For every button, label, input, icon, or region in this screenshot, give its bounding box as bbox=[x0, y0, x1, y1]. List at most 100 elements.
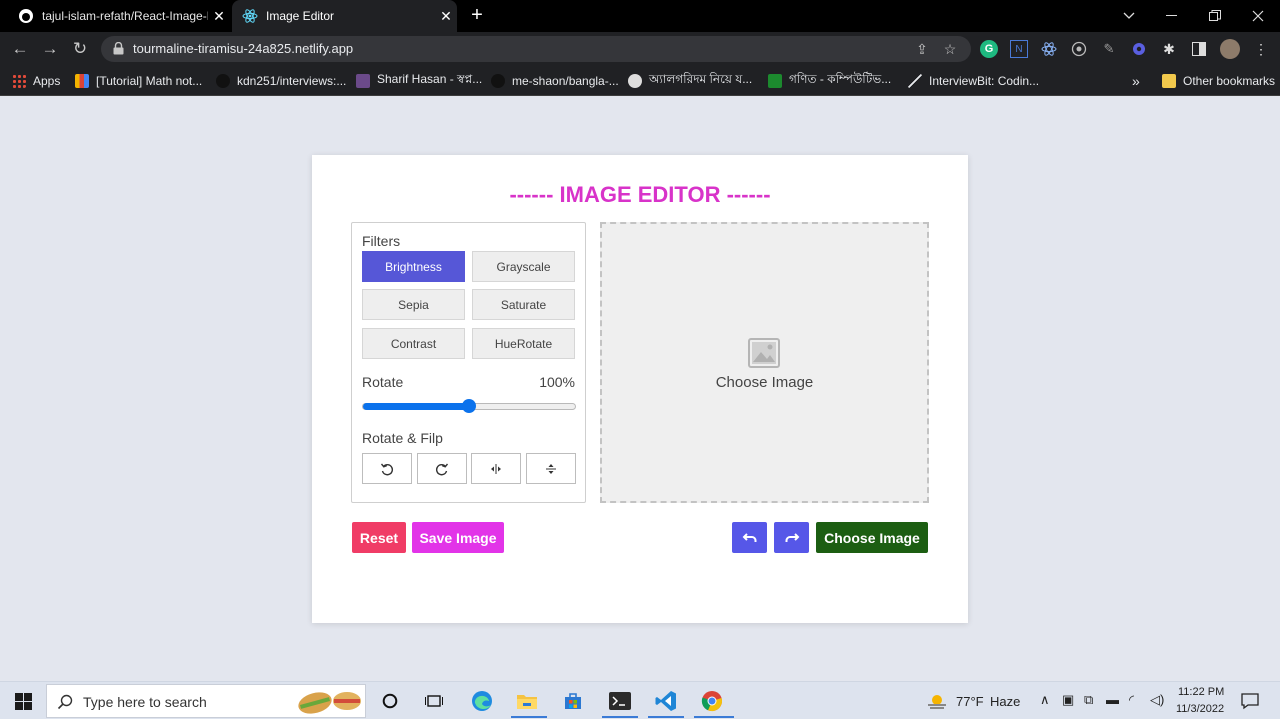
dropzone-label: Choose Image bbox=[715, 374, 814, 391]
react-devtools-icon[interactable] bbox=[1040, 40, 1058, 58]
bookmarks-bar: Apps [Tutorial] Math not... kdn251/inter… bbox=[0, 66, 1280, 96]
battery-icon[interactable]: ▬ bbox=[1106, 692, 1119, 707]
task-view-icon[interactable] bbox=[421, 689, 447, 713]
slider-thumb[interactable] bbox=[462, 399, 476, 413]
bar-chart-icon bbox=[75, 74, 89, 88]
bookmark-apps[interactable]: Apps bbox=[12, 72, 60, 90]
save-image-button[interactable]: Save Image bbox=[412, 522, 504, 553]
rotate-left-button[interactable] bbox=[362, 453, 412, 484]
address-bar[interactable]: tourmaline-tiramisu-24a825.netlify.app ⇪… bbox=[101, 36, 971, 62]
weather-temp[interactable]: 77°F bbox=[956, 694, 984, 709]
vscode-icon[interactable] bbox=[653, 689, 679, 713]
back-icon[interactable]: ← bbox=[8, 37, 32, 61]
bookmark-tutorial[interactable]: [Tutorial] Math not... bbox=[75, 72, 202, 90]
flip-vertical-button[interactable] bbox=[526, 453, 576, 484]
screen-capture-icon[interactable]: ⧉ bbox=[1084, 692, 1093, 708]
reload-icon[interactable]: ↻ bbox=[68, 37, 92, 61]
rotate-value: 100% bbox=[539, 374, 575, 390]
redo-button[interactable] bbox=[774, 522, 809, 553]
eyedropper-icon[interactable]: ✎ bbox=[1100, 40, 1118, 58]
tab-github[interactable]: tajul-islam-refath/React-Image-E ✕ bbox=[8, 0, 230, 32]
bookmark-label: গণিত - কম্পিউটিভ... bbox=[789, 72, 892, 86]
extension-n-icon[interactable]: N bbox=[1010, 40, 1028, 58]
extensions-puzzle-icon[interactable]: ✱ bbox=[1160, 40, 1178, 58]
lock-icon bbox=[113, 42, 124, 55]
filter-saturate-button[interactable]: Saturate bbox=[472, 289, 575, 320]
filter-contrast-button[interactable]: Contrast bbox=[362, 328, 465, 359]
controls-panel: Filters Brightness Grayscale Sepia Satur… bbox=[351, 222, 586, 503]
clock-date[interactable]: 11/3/2022 bbox=[1176, 703, 1224, 715]
bookmark-math[interactable]: গণিত - কম্পিউটিভ... bbox=[768, 72, 891, 90]
microsoft-store-icon[interactable] bbox=[560, 689, 586, 713]
cortana-icon[interactable] bbox=[377, 689, 403, 713]
redo-icon bbox=[785, 532, 799, 542]
wifi-icon[interactable]: ◜ bbox=[1129, 692, 1134, 708]
volume-icon[interactable]: ◁) bbox=[1150, 692, 1164, 708]
avatar[interactable] bbox=[1220, 39, 1240, 59]
minimize-icon[interactable] bbox=[1150, 0, 1194, 32]
clock-time[interactable]: 11:22 PM bbox=[1178, 686, 1224, 698]
flip-horizontal-button[interactable] bbox=[471, 453, 521, 484]
meet-now-icon[interactable]: ▣ bbox=[1062, 692, 1074, 708]
chrome-icon[interactable] bbox=[699, 689, 725, 713]
target-extension-icon[interactable] bbox=[1070, 40, 1088, 58]
tab-title: Image Editor bbox=[266, 9, 335, 23]
grammarly-icon[interactable]: G bbox=[980, 40, 998, 58]
rotate-slider[interactable] bbox=[362, 399, 576, 413]
bookmark-kdn251[interactable]: kdn251/interviews:... bbox=[216, 72, 346, 90]
windows-start-icon[interactable] bbox=[10, 689, 36, 713]
bookmark-star-icon[interactable]: ☆ bbox=[941, 40, 959, 58]
rotate-label: Rotate bbox=[362, 374, 404, 390]
terminal-icon[interactable] bbox=[607, 689, 633, 713]
tab-search-chevron-icon[interactable] bbox=[1107, 0, 1151, 32]
bookmark-label: Apps bbox=[33, 74, 61, 88]
restore-icon[interactable] bbox=[1193, 0, 1237, 32]
bookmarks-overflow-button[interactable]: » bbox=[1132, 72, 1140, 90]
active-indicator bbox=[694, 716, 734, 718]
share-icon[interactable]: ⇪ bbox=[913, 40, 931, 58]
undo-icon bbox=[742, 532, 756, 542]
bookmark-me-shaon[interactable]: me-shaon/bangla-... bbox=[491, 72, 619, 90]
image-dropzone[interactable]: Choose Image bbox=[600, 222, 929, 503]
site-icon bbox=[768, 74, 782, 88]
close-window-icon[interactable] bbox=[1236, 0, 1280, 32]
reset-button[interactable]: Reset bbox=[352, 522, 406, 553]
page-title: ------ IMAGE EDITOR ------ bbox=[509, 182, 771, 207]
undo-button[interactable] bbox=[732, 522, 767, 553]
choose-image-button[interactable]: Choose Image bbox=[816, 522, 928, 553]
bookmark-sharif-hasan[interactable]: Sharif Hasan - স্বপ্ন... bbox=[356, 72, 482, 90]
menu-dots-icon[interactable]: ⋮ bbox=[1252, 40, 1270, 58]
bookmark-interviewbit[interactable]: InterviewBit: Codin... bbox=[908, 72, 1039, 90]
filter-sepia-button[interactable]: Sepia bbox=[362, 289, 465, 320]
weather-haze-icon[interactable] bbox=[924, 689, 950, 713]
globe-icon bbox=[628, 74, 642, 88]
edge-icon[interactable] bbox=[469, 689, 495, 713]
notifications-icon[interactable] bbox=[1237, 689, 1263, 713]
search-placeholder: Type here to search bbox=[83, 694, 207, 710]
bookmark-label: অ্যালগরিদম নিয়ে য... bbox=[649, 72, 753, 86]
bookmark-algorithm[interactable]: অ্যালগরিদম নিয়ে য... bbox=[628, 72, 752, 90]
side-panel-icon[interactable] bbox=[1190, 40, 1208, 58]
filter-grayscale-button[interactable]: Grayscale bbox=[472, 251, 575, 282]
filter-brightness-button[interactable]: Brightness bbox=[362, 251, 465, 282]
filters-label: Filters bbox=[362, 233, 401, 249]
filter-huerotate-button[interactable]: HueRotate bbox=[472, 328, 575, 359]
forward-icon[interactable]: → bbox=[38, 37, 62, 61]
apps-grid-icon bbox=[12, 74, 26, 88]
new-tab-button[interactable]: + bbox=[466, 4, 488, 26]
tab-title: tajul-islam-refath/React-Image-E bbox=[42, 9, 208, 23]
tray-chevron-up-icon[interactable]: ∧ bbox=[1040, 692, 1050, 708]
weather-text[interactable]: Haze bbox=[990, 694, 1020, 709]
image-placeholder-icon bbox=[748, 338, 780, 368]
tab-close-icon[interactable]: ✕ bbox=[208, 8, 230, 25]
file-explorer-icon[interactable] bbox=[514, 689, 540, 713]
bookmark-label: Sharif Hasan - স্বপ্ন... bbox=[377, 72, 483, 86]
rotate-right-button[interactable] bbox=[417, 453, 467, 484]
taskbar-search-input[interactable]: Type here to search bbox=[46, 684, 366, 718]
other-bookmarks[interactable]: Other bookmarks bbox=[1162, 72, 1275, 90]
active-indicator bbox=[602, 716, 638, 718]
folder-icon bbox=[1162, 74, 1176, 88]
gear-extension-icon[interactable] bbox=[1130, 40, 1148, 58]
tab-close-icon[interactable]: ✕ bbox=[435, 8, 457, 25]
tab-image-editor[interactable]: Image Editor ✕ bbox=[232, 0, 457, 32]
